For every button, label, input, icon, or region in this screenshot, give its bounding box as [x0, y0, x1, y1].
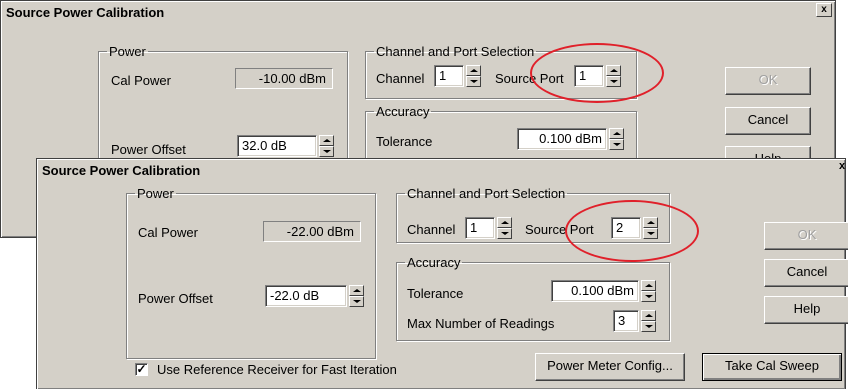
cal-power-value: -22.00 dBm: [263, 221, 361, 242]
channel-port-group-label: Channel and Port Selection: [376, 44, 535, 59]
source-port-label: Source Port: [525, 222, 594, 237]
source-port-spinner[interactable]: [643, 217, 658, 239]
tolerance-spinner[interactable]: [609, 128, 624, 150]
tolerance-field[interactable]: 0.100 dBm: [551, 280, 639, 302]
power-offset-label: Power Offset: [111, 142, 186, 157]
power-offset-label: Power Offset: [138, 291, 213, 306]
channel-label: Channel: [407, 222, 456, 237]
power-offset-spinner[interactable]: [319, 135, 334, 157]
channel-port-group-label: Channel and Port Selection: [407, 186, 566, 201]
cal-power-value: -10.00 dBm: [235, 68, 333, 89]
checkmark-icon: ✓: [136, 362, 147, 376]
cal-power-label: Cal Power: [138, 225, 198, 240]
dialog-title: Source Power Calibration: [39, 161, 843, 181]
source-port-spinner[interactable]: [606, 65, 621, 87]
tolerance-label: Tolerance: [407, 286, 464, 301]
use-reference-receiver-checkbox[interactable]: ✓: [135, 363, 148, 376]
max-readings-spinner[interactable]: [641, 310, 656, 332]
accuracy-group-label: Accuracy: [376, 104, 430, 119]
close-icon[interactable]: x: [839, 159, 848, 173]
tolerance-spinner[interactable]: [641, 280, 656, 302]
dialog-title: Source Power Calibration: [3, 3, 833, 23]
cancel-button[interactable]: Cancel: [764, 259, 848, 287]
max-readings-field[interactable]: 3: [613, 310, 639, 332]
source-power-calibration-dialog-front: Source Power Calibration x Power Cal Pow…: [36, 158, 848, 389]
accuracy-group-label: Accuracy: [407, 255, 461, 270]
channel-label: Channel: [376, 71, 425, 86]
channel-spinner[interactable]: [497, 217, 512, 239]
cancel-button[interactable]: Cancel: [725, 107, 811, 135]
take-cal-sweep-button[interactable]: Take Cal Sweep: [702, 353, 842, 381]
power-group-label: Power: [109, 44, 146, 59]
ok-button[interactable]: OK: [725, 67, 811, 95]
channel-field[interactable]: 1: [434, 65, 464, 87]
source-port-label: Source Port: [495, 71, 564, 86]
channel-field[interactable]: 1: [465, 217, 495, 239]
power-offset-field[interactable]: -22.0 dB: [265, 285, 347, 307]
cal-power-label: Cal Power: [111, 73, 171, 88]
max-readings-label: Max Number of Readings: [407, 316, 555, 331]
tolerance-label: Tolerance: [376, 134, 433, 149]
channel-spinner[interactable]: [466, 65, 481, 87]
power-offset-field[interactable]: 32.0 dB: [237, 135, 317, 157]
close-icon[interactable]: x: [816, 3, 832, 17]
power-meter-config-button[interactable]: Power Meter Config...: [535, 353, 685, 381]
power-group: Power: [126, 187, 376, 359]
source-port-field[interactable]: 1: [574, 65, 604, 87]
use-reference-receiver-label: Use Reference Receiver for Fast Iteratio…: [157, 362, 397, 377]
power-offset-spinner[interactable]: [349, 285, 364, 307]
source-port-field[interactable]: 2: [611, 217, 641, 239]
help-button[interactable]: Help: [764, 296, 848, 324]
power-group-label: Power: [137, 186, 174, 201]
ok-button[interactable]: OK: [764, 222, 848, 250]
tolerance-field[interactable]: 0.100 dBm: [517, 128, 607, 150]
